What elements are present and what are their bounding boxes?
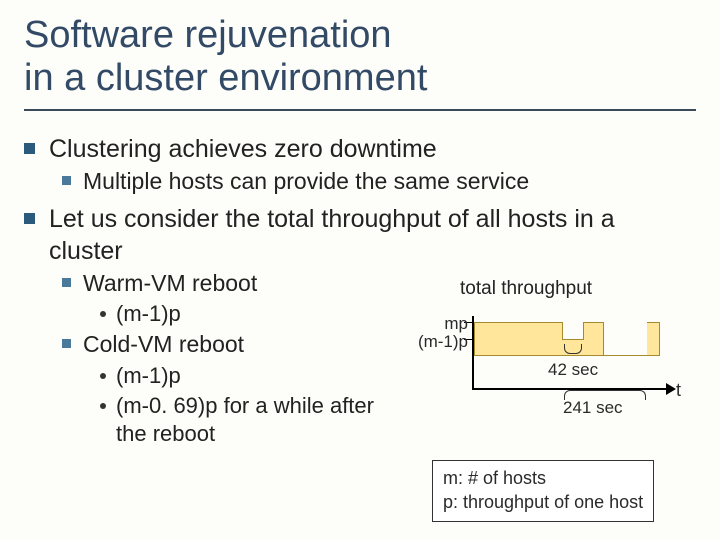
slide: Software rejuvenation in a cluster envir… <box>0 0 720 540</box>
y-tick-label: mp <box>444 314 468 334</box>
bullet-icon <box>100 311 106 317</box>
legend-row: m: # of hosts <box>443 466 643 490</box>
bullet-text: Clustering achieves zero downtime <box>49 133 437 165</box>
chart-annotation: 241 sec <box>563 398 623 418</box>
arrow-right-icon <box>666 383 676 395</box>
bullet-text: Let us consider the total throughput of … <box>49 203 639 267</box>
throughput-chart: mp (m-1)p 42 sec 241 sec t <box>408 304 682 404</box>
bullet-text: (m-1)p <box>116 300 181 328</box>
bullet-icon <box>62 278 71 287</box>
y-tick-label: (m-1)p <box>418 332 468 352</box>
bullet-icon <box>24 213 35 224</box>
bullet-text: Multiple hosts can provide the same serv… <box>83 167 529 196</box>
chart-dip-warm <box>562 322 584 340</box>
bullet-l1: Clustering achieves zero downtime Multip… <box>24 133 696 196</box>
legend-row: p: throughput of one host <box>443 490 643 514</box>
chart-legend: m: # of hosts p: throughput of one host <box>432 460 654 522</box>
bullet-text: (m-0. 69)p for a while after the reboot <box>116 392 376 448</box>
x-axis-label: t <box>676 380 681 401</box>
bullet-text: Warm-VM reboot <box>83 269 257 298</box>
chart-dip-cold <box>603 322 647 356</box>
bullet-icon <box>100 373 106 379</box>
y-axis <box>472 316 474 388</box>
bullet-text: Cold-VM reboot <box>83 330 244 359</box>
chart-annotation: 42 sec <box>548 360 598 380</box>
bullet-icon <box>24 143 35 154</box>
bullet-icon <box>62 339 71 348</box>
bullet-text: (m-1)p <box>116 362 181 390</box>
bullet-l2: Multiple hosts can provide the same serv… <box>62 167 696 196</box>
slide-title: Software rejuvenation in a cluster envir… <box>24 14 696 111</box>
bullet-icon <box>100 403 106 409</box>
bullet-icon <box>62 176 71 185</box>
bullet-l2: Warm-VM reboot <box>62 269 696 298</box>
chart-title: total throughput <box>460 278 592 300</box>
brace-icon <box>564 344 582 354</box>
